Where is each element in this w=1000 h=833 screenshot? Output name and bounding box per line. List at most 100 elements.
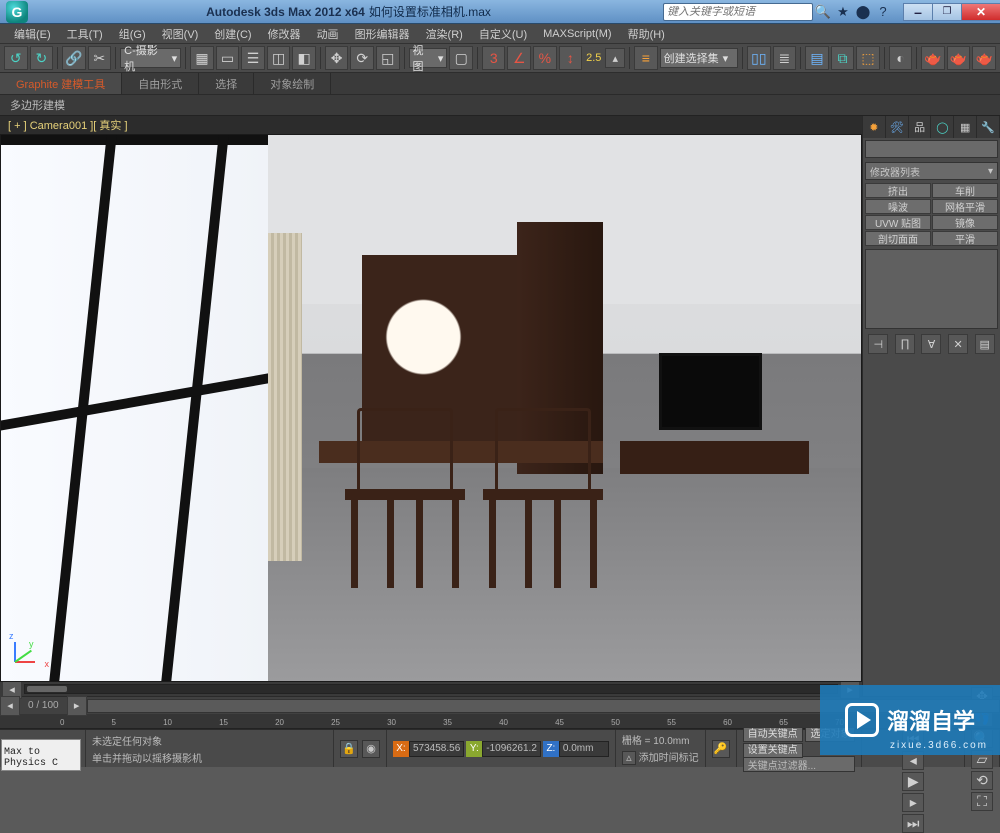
object-name-field[interactable] — [865, 140, 998, 158]
render-setup-icon[interactable]: 🫖 — [921, 46, 945, 70]
auto-key-button[interactable]: 自动关键点 — [743, 727, 803, 742]
isolate-toggle-icon[interactable]: ◉ — [362, 740, 380, 758]
menu-grapheditors[interactable]: 图形编辑器 — [347, 26, 418, 42]
render-frame-icon[interactable]: 🫖 — [947, 46, 971, 70]
ref-coord-select[interactable]: 视图▾ — [409, 48, 448, 68]
key-filter-dropdown[interactable]: 关键点过滤器... — [743, 756, 856, 772]
menu-render[interactable]: 渲染(R) — [418, 26, 471, 42]
app-icon[interactable]: G — [6, 1, 28, 23]
viewport-scroll-horizontal[interactable]: ◂ ▸ — [0, 682, 862, 696]
undo-button[interactable]: ↺ — [4, 46, 28, 70]
edit-named-selection-icon[interactable]: ≡ — [634, 46, 658, 70]
orbit-icon[interactable]: ⟲ — [971, 771, 993, 790]
select-name-icon[interactable]: ☰ — [241, 46, 265, 70]
configure-sets-icon[interactable]: ▤ — [975, 334, 995, 354]
mod-mirror[interactable]: 镜像 — [932, 215, 998, 230]
key-mode-icon[interactable]: 🔑 — [712, 740, 730, 758]
cmd-tab-motion[interactable]: ◯ — [931, 116, 954, 138]
show-end-result-icon[interactable]: ∏ — [895, 334, 915, 354]
maximize-viewport-icon[interactable]: ⛶ — [971, 792, 993, 811]
add-time-marker[interactable]: 添加时间标记 — [639, 753, 699, 764]
menu-views[interactable]: 视图(V) — [154, 26, 207, 42]
scale-icon[interactable]: ◱ — [376, 46, 400, 70]
percent-snap-icon[interactable]: % — [533, 46, 557, 70]
menu-tools[interactable]: 工具(T) — [59, 26, 111, 42]
lock-selection-icon[interactable]: 🔒 — [340, 740, 358, 758]
menu-group[interactable]: 组(G) — [111, 26, 154, 42]
mod-lathe[interactable]: 车削 — [932, 183, 998, 198]
make-unique-icon[interactable]: ∀ — [921, 334, 941, 354]
menu-customize[interactable]: 自定义(U) — [471, 26, 535, 42]
mod-slice[interactable]: 剖切面面 — [865, 231, 931, 246]
cmd-tab-display[interactable]: ▦ — [954, 116, 977, 138]
minimize-button[interactable] — [903, 3, 933, 21]
ribbon-tab-graphite[interactable]: Graphite 建模工具 — [0, 73, 122, 94]
search-icon[interactable]: 🔍 — [814, 3, 832, 21]
redo-button[interactable]: ↻ — [30, 46, 54, 70]
ribbon-panel-label[interactable]: 多边形建模 — [0, 95, 1000, 115]
next-frame-icon[interactable]: ▸ — [902, 793, 924, 812]
named-selection-set[interactable]: 创建选择集▾ — [660, 48, 739, 68]
align-icon[interactable]: ≣ — [773, 46, 797, 70]
schematic-view-icon[interactable]: ⬚ — [856, 46, 880, 70]
render-production-icon[interactable]: 🫖 — [972, 46, 996, 70]
pin-stack-icon[interactable]: ⊣ — [868, 334, 888, 354]
coord-y[interactable]: Y:-1096261.2 — [466, 741, 541, 757]
help-search[interactable] — [663, 3, 813, 21]
cmd-tab-hierarchy[interactable]: 品 — [909, 116, 932, 138]
time-next-icon[interactable]: ▸ — [67, 696, 87, 716]
help-search-input[interactable] — [667, 6, 809, 18]
favorite-icon[interactable]: ★ — [834, 3, 852, 21]
mod-noise[interactable]: 噪波 — [865, 199, 931, 214]
link-button[interactable]: 🔗 — [62, 46, 86, 70]
goto-end-icon[interactable]: ⏭ — [902, 814, 924, 833]
coord-z[interactable]: Z:0.0mm — [543, 741, 609, 757]
mod-smooth[interactable]: 平滑 — [932, 231, 998, 246]
spinner-snap-icon[interactable]: ↕ — [559, 46, 583, 70]
ribbon-tab-selection[interactable]: 选择 — [199, 73, 254, 94]
cmd-tab-create[interactable]: ✹ — [863, 116, 886, 138]
curve-editor-icon[interactable]: ⧉ — [831, 46, 855, 70]
globe-icon[interactable]: ⬤ — [854, 3, 872, 21]
angle-snap-icon[interactable]: ∠ — [507, 46, 531, 70]
select-object-icon[interactable]: ▭ — [216, 46, 240, 70]
move-icon[interactable]: ✥ — [325, 46, 349, 70]
cmd-tab-modify[interactable]: 🛠 — [886, 116, 909, 138]
time-tag-icon[interactable]: ▵ — [622, 751, 636, 765]
menu-edit[interactable]: 编辑(E) — [6, 26, 59, 42]
rotate-icon[interactable]: ⟳ — [350, 46, 374, 70]
camera-select[interactable]: C-摄影机▾ — [120, 48, 181, 68]
remove-modifier-icon[interactable]: ✕ — [948, 334, 968, 354]
spinner-up-icon[interactable]: ▴ — [605, 48, 625, 68]
layer-manager-icon[interactable]: ▤ — [805, 46, 829, 70]
maximize-button[interactable] — [932, 3, 962, 21]
ribbon-tab-freeform[interactable]: 自由形式 — [122, 73, 199, 94]
select-filter-icon[interactable]: ▦ — [190, 46, 214, 70]
menu-create[interactable]: 创建(C) — [206, 26, 259, 42]
menu-maxscript[interactable]: MAXScript(M) — [535, 28, 619, 40]
time-prev-icon[interactable]: ◂ — [0, 696, 20, 716]
snap-toggle-icon[interactable]: 3 — [482, 46, 506, 70]
material-editor-icon[interactable]: ◐ — [889, 46, 913, 70]
close-button[interactable] — [961, 3, 1000, 21]
select-region-icon[interactable]: ◫ — [267, 46, 291, 70]
cmd-tab-utilities[interactable]: 🔧 — [977, 116, 1000, 138]
maxscript-listener[interactable]: Max to Physics C — [1, 739, 81, 771]
menu-modifiers[interactable]: 修改器 — [260, 26, 309, 42]
menu-help[interactable]: 帮助(H) — [620, 26, 673, 42]
mod-uvwmap[interactable]: UVW 贴图 — [865, 215, 931, 230]
viewport-label[interactable]: [ + ] Camera001 ][ 真实 ] — [0, 116, 862, 134]
modifier-stack[interactable] — [865, 249, 998, 329]
pivot-icon[interactable]: ▢ — [449, 46, 473, 70]
modifier-list-dropdown[interactable]: 修改器列表▾ — [865, 162, 998, 180]
play-icon[interactable]: ▶ — [902, 772, 924, 791]
window-crossing-icon[interactable]: ◧ — [292, 46, 316, 70]
mirror-icon[interactable]: ▯▯ — [747, 46, 771, 70]
menu-animation[interactable]: 动画 — [309, 26, 347, 42]
mod-extrude[interactable]: 挤出 — [865, 183, 931, 198]
unlink-button[interactable]: ✂ — [88, 46, 112, 70]
mod-meshsmooth[interactable]: 网格平滑 — [932, 199, 998, 214]
coord-x[interactable]: X:573458.56 — [393, 741, 464, 757]
ribbon-tab-objectpaint[interactable]: 对象绘制 — [254, 73, 331, 94]
help-icon[interactable]: ? — [874, 3, 892, 21]
